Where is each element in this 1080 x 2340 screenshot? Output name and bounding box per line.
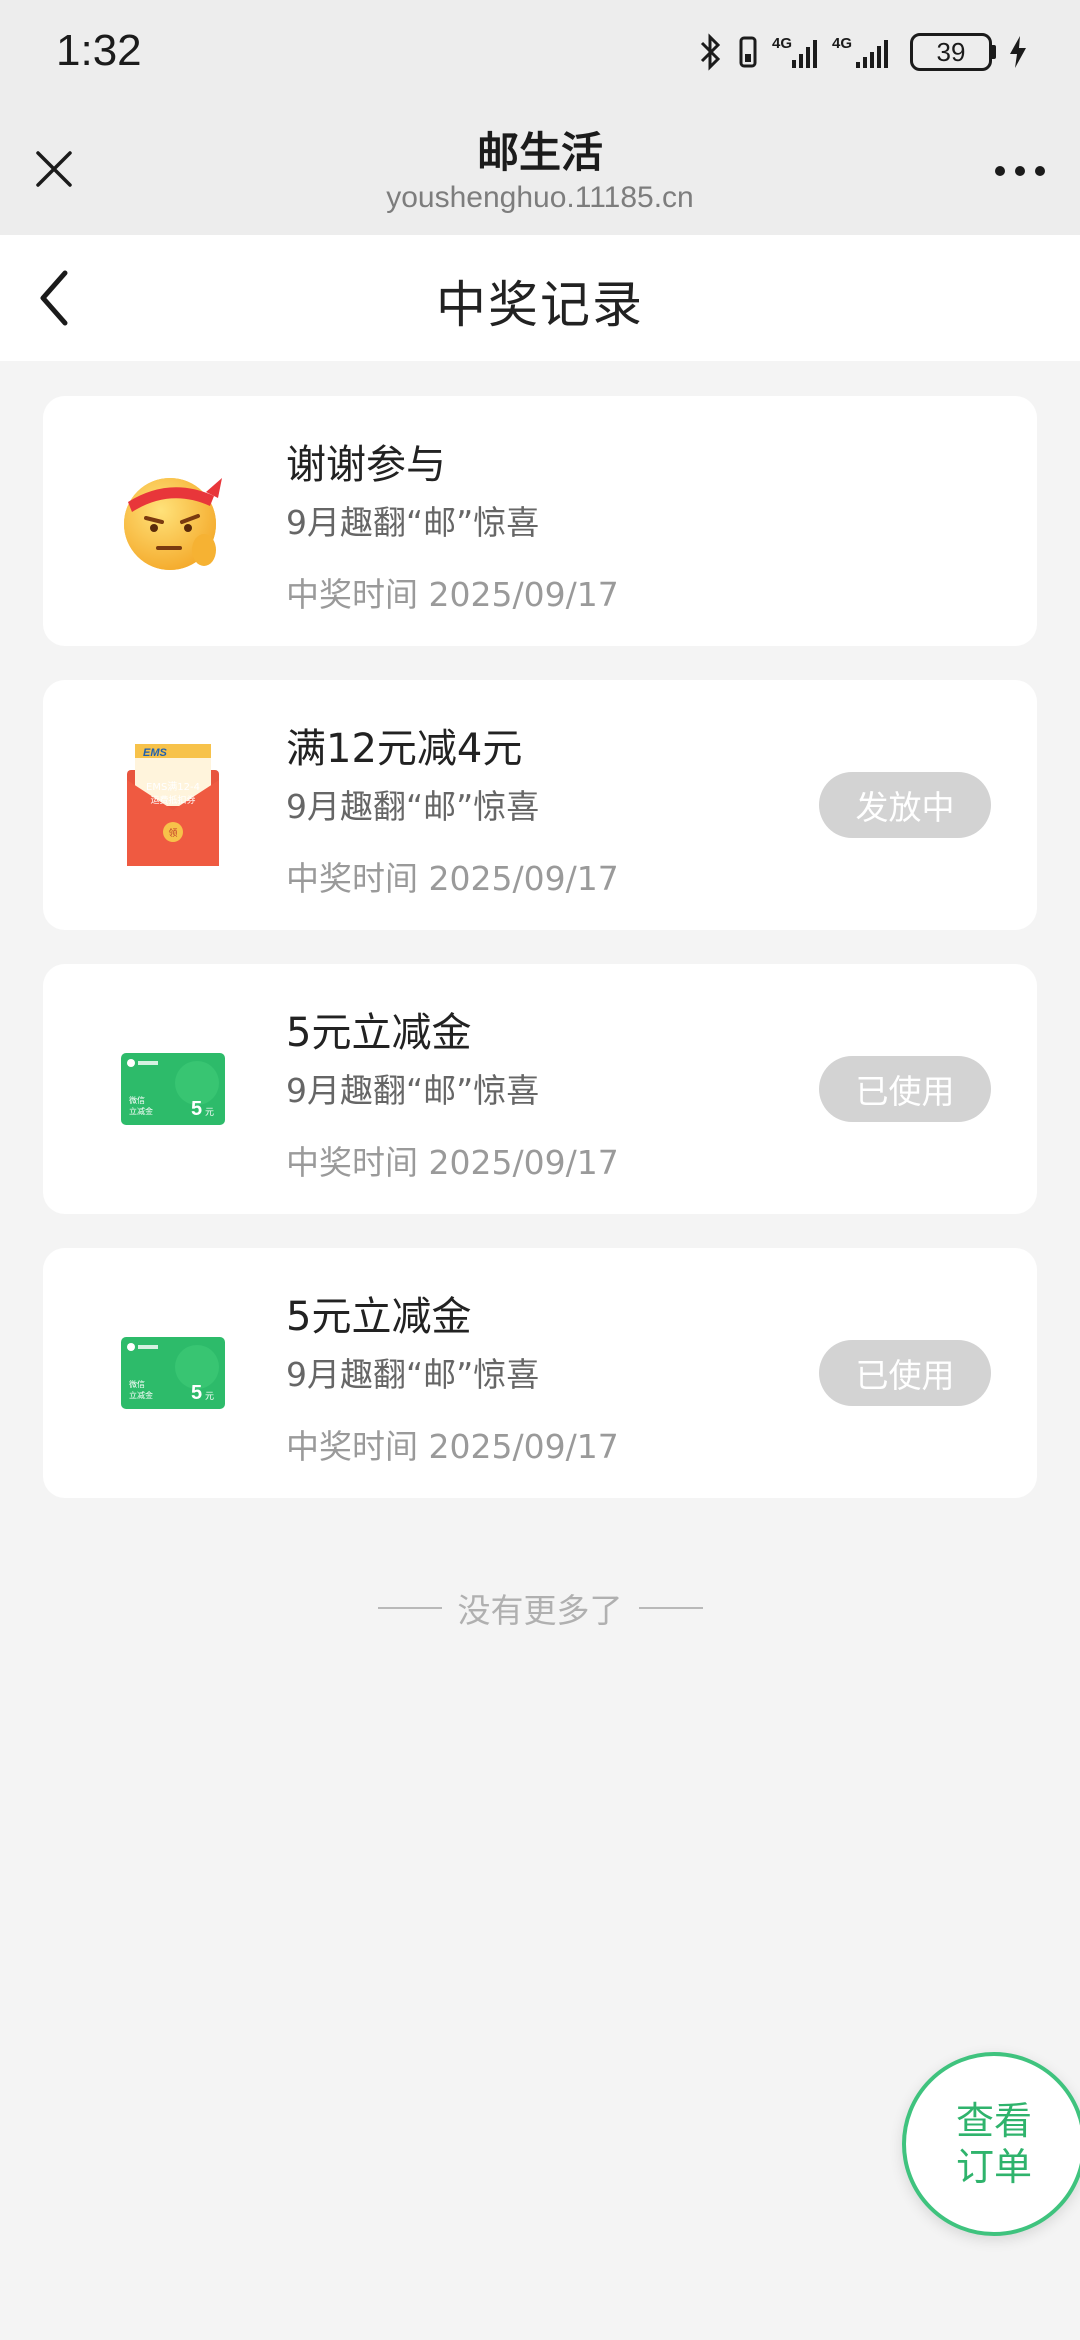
wechat-pay-card-icon: 微信 立减金 5 元 bbox=[103, 1303, 243, 1443]
record-title: 5元立减金 bbox=[286, 1294, 472, 1340]
record-activity: 9月趣翻“邮”惊喜 bbox=[286, 1355, 540, 1394]
view-orders-label-line2: 订单 bbox=[955, 2145, 1032, 2189]
record-time: 中奖时间 2025/09/17 bbox=[286, 575, 619, 614]
ems-red-envelope-icon: EMS EMS满12-4 运费抵扣券 领 bbox=[103, 735, 243, 875]
webview-title: 邮生活 bbox=[476, 128, 603, 177]
card-line1: 微信 bbox=[129, 1379, 145, 1389]
ems-brand-text: EMS bbox=[143, 747, 168, 759]
svg-text:4G: 4G bbox=[832, 35, 852, 52]
record-card[interactable]: 微信 立减金 5 元 5元立减金 9月趣翻“邮”惊喜 中奖时间 2025/09/… bbox=[43, 1248, 1037, 1498]
card-line1: 微信 bbox=[129, 1095, 145, 1105]
webview-header: 邮生活 youshenghuo.11185.cn bbox=[0, 105, 1080, 235]
wechat-pay-card-icon: 微信 立减金 5 元 bbox=[103, 1019, 243, 1159]
record-card[interactable]: 微信 立减金 5 元 5元立减金 9月趣翻“邮”惊喜 中奖时间 2025/09/… bbox=[43, 964, 1037, 1214]
record-title: 谢谢参与 bbox=[286, 442, 446, 488]
record-time: 中奖时间 2025/09/17 bbox=[286, 859, 619, 898]
status-bar: 1:32 4G 4G 39 bbox=[0, 0, 1080, 105]
divider bbox=[377, 1607, 442, 1609]
no-more-text: 没有更多了 bbox=[457, 1591, 623, 1630]
view-orders-button[interactable]: 查看 订单 bbox=[902, 2052, 1080, 2236]
signal-4g-icon: 4G bbox=[772, 35, 817, 68]
envelope-line2: 运费抵扣券 bbox=[150, 794, 195, 806]
record-title: 5元立减金 bbox=[286, 1010, 472, 1056]
prize-record-list: 谢谢参与 9月趣翻“邮”惊喜 中奖时间 2025/09/17 EMS EMS满1… bbox=[43, 396, 1037, 1532]
card-unit: 元 bbox=[205, 1392, 214, 1402]
webview-url: youshenghuo.11185.cn bbox=[386, 181, 694, 214]
status-badge: 已使用 bbox=[819, 1056, 991, 1122]
emoji-face-icon bbox=[103, 451, 243, 591]
card-amount: 5 bbox=[191, 1098, 202, 1120]
signal-4g-icon: 4G bbox=[832, 35, 888, 68]
record-card[interactable]: EMS EMS满12-4 运费抵扣券 领 满12元减4元 9月趣翻“邮”惊喜 中… bbox=[43, 680, 1037, 930]
card-unit: 元 bbox=[205, 1108, 214, 1118]
record-title: 满12元减4元 bbox=[286, 726, 523, 772]
card-line2: 立减金 bbox=[129, 1106, 153, 1116]
divider bbox=[638, 1607, 703, 1609]
record-card[interactable]: 谢谢参与 9月趣翻“邮”惊喜 中奖时间 2025/09/17 bbox=[43, 396, 1037, 646]
battery-level: 39 bbox=[910, 33, 992, 71]
card-amount: 5 bbox=[191, 1382, 202, 1404]
record-time: 中奖时间 2025/09/17 bbox=[286, 1427, 619, 1466]
card-line2: 立减金 bbox=[129, 1390, 153, 1400]
page-title: 中奖记录 bbox=[436, 276, 644, 334]
status-icons: 4G 4G 39 bbox=[698, 30, 1028, 74]
vibrate-icon bbox=[739, 36, 757, 68]
record-activity: 9月趣翻“邮”惊喜 bbox=[286, 503, 540, 542]
status-badge: 发放中 bbox=[819, 772, 991, 838]
envelope-seal: 领 bbox=[168, 827, 177, 839]
end-of-list-indicator: 没有更多了 bbox=[0, 1584, 1080, 1632]
envelope-line1: EMS满12-4 bbox=[146, 781, 200, 793]
battery-indicator: 39 bbox=[910, 33, 996, 71]
more-dots-icon bbox=[995, 166, 1045, 176]
status-time: 1:32 bbox=[56, 26, 142, 75]
record-activity: 9月趣翻“邮”惊喜 bbox=[286, 1071, 540, 1110]
status-badge: 已使用 bbox=[819, 1340, 991, 1406]
more-button[interactable] bbox=[988, 147, 1052, 195]
view-orders-label-line1: 查看 bbox=[955, 2099, 1032, 2143]
bluetooth-icon bbox=[700, 33, 721, 71]
record-time: 中奖时间 2025/09/17 bbox=[286, 1143, 619, 1182]
charging-icon bbox=[1010, 36, 1026, 68]
svg-text:4G: 4G bbox=[772, 35, 792, 52]
record-activity: 9月趣翻“邮”惊喜 bbox=[286, 787, 540, 826]
page-header: 中奖记录 bbox=[0, 235, 1080, 361]
